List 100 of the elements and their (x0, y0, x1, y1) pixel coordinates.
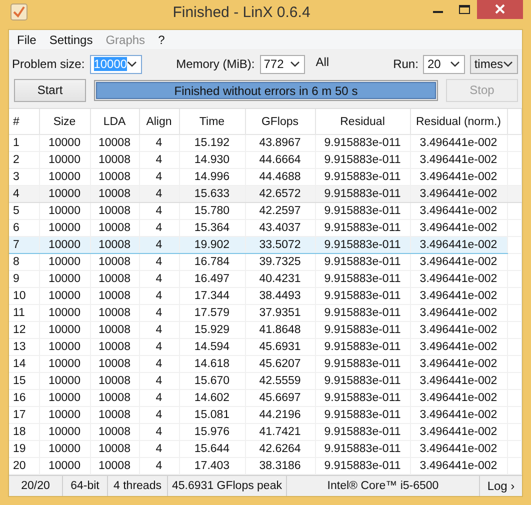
table-cell: 10008 (90, 322, 139, 338)
table-row[interactable]: 7 10000 10008 4 19.902 33.5072 9.915883e-011 3.496441e-002 (9, 236, 522, 254)
table-row[interactable]: 13 10000 10008 4 14.594 45.6931 9.915883e-011 3.496441e-002 (9, 338, 522, 356)
table-row[interactable]: 8 10000 10008 4 16.784 39.7325 9.915883e-011 3.496441e-002 (9, 254, 522, 270)
table-cell: 3.496441e-002 (410, 322, 507, 338)
status-text: 4 threads (108, 476, 168, 496)
table-cell: 10008 (90, 406, 139, 424)
maximize-icon (458, 4, 470, 14)
table-cell: 9.915883e-011 (315, 254, 410, 270)
log-button[interactable]: Log › (480, 476, 522, 496)
table-cell: 9.915883e-011 (315, 372, 410, 390)
table-cell: 15.644 (179, 440, 245, 458)
dropdown[interactable]: 20 (423, 54, 466, 74)
table-row[interactable]: 14 10000 10008 4 14.618 45.6207 9.915883e-011 3.496441e-002 (9, 356, 522, 372)
table-cell: 4 (139, 440, 179, 458)
table-cell: 41.7421 (245, 424, 315, 440)
table-row[interactable]: 16 10000 10008 4 14.602 45.6697 9.915883e-011 3.496441e-002 (9, 390, 522, 406)
table-cell: 19.902 (179, 236, 245, 254)
table-cell: 9.915883e-011 (315, 288, 410, 304)
table-cell: 10000 (39, 288, 90, 304)
table-cell: 3.496441e-002 (410, 406, 507, 424)
table-row[interactable]: 4 10000 10008 4 15.633 42.6572 9.915883e-011 3.496441e-002 (9, 186, 522, 202)
table-row[interactable]: 12 10000 10008 4 15.929 41.8648 9.915883e-011 3.496441e-002 (9, 322, 522, 338)
table-cell: 16 (9, 390, 39, 406)
table-cell: 3.496441e-002 (410, 134, 507, 152)
column-header[interactable]: Align (139, 109, 179, 134)
table-cell: 42.6264 (245, 440, 315, 458)
table-row[interactable]: 5 10000 10008 4 15.780 42.2597 9.915883e-011 3.496441e-002 (9, 202, 522, 220)
window-title: Finished - LinX 0.6.4 (172, 4, 312, 21)
table-cell: 13 (9, 338, 39, 356)
table-cell: 10000 (39, 440, 90, 458)
menu-item[interactable]: Settings (46, 32, 99, 46)
close-icon (495, 4, 505, 14)
menu-item[interactable]: File (14, 32, 42, 46)
column-header[interactable]: Size (39, 109, 90, 134)
table-row[interactable]: 9 10000 10008 4 16.497 40.4231 9.915883e-011 3.496441e-002 (9, 270, 522, 288)
table-cell: 10000 (39, 134, 90, 152)
table-cell: 9.915883e-011 (315, 406, 410, 424)
table-cell: 9.915883e-011 (315, 356, 410, 372)
table-cell: 17.579 (179, 304, 245, 322)
column-header[interactable]: Time (179, 109, 245, 134)
table-cell: 16.497 (179, 270, 245, 288)
table-row[interactable]: 15 10000 10008 4 15.670 42.5559 9.915883e-011 3.496441e-002 (9, 372, 522, 390)
start-button[interactable]: Start (14, 78, 86, 102)
table-cell: 10008 (90, 372, 139, 390)
table-cell: 14.594 (179, 338, 245, 356)
table-cell: 9.915883e-011 (315, 322, 410, 338)
chevron-icon (127, 61, 138, 67)
chevron-icon (450, 61, 460, 67)
table-cell: 4 (139, 304, 179, 322)
table-cell: 15.081 (179, 406, 245, 424)
dropdown[interactable]: times (470, 54, 518, 74)
column-header[interactable]: # (9, 109, 39, 134)
table-row[interactable]: 2 10000 10008 4 14.930 44.6664 9.915883e-011 3.496441e-002 (9, 152, 522, 168)
table-cell: 9.915883e-011 (315, 134, 410, 152)
close-button[interactable] (477, 0, 523, 19)
chevron-icon (290, 61, 300, 67)
status-text: 45.6931 GFlops peak (168, 476, 287, 496)
table-cell: 10000 (39, 254, 90, 270)
table-cell: 10008 (90, 424, 139, 440)
column-header[interactable]: GFlops (245, 109, 315, 134)
table-cell: 19 (9, 440, 39, 458)
status-text: 64-bit (63, 476, 108, 496)
column-header[interactable]: Residual (norm.) (410, 109, 507, 134)
table-row[interactable]: 11 10000 10008 4 17.579 37.9351 9.915883e-011 3.496441e-002 (9, 304, 522, 322)
table-cell: 9.915883e-011 (315, 202, 410, 220)
table-row[interactable]: 1 10000 10008 4 15.192 43.8967 9.915883e-011 3.496441e-002 (9, 134, 522, 152)
table-cell: 10008 (90, 338, 139, 356)
table-row[interactable]: 19 10000 10008 4 15.644 42.6264 9.915883e-011 3.496441e-002 (9, 440, 522, 458)
table-cell: 3.496441e-002 (410, 270, 507, 288)
table-row[interactable]: 17 10000 10008 4 15.081 44.2196 9.915883e-011 3.496441e-002 (9, 406, 522, 424)
table-cell: 4 (9, 186, 39, 202)
status-text: 20/20 (9, 476, 63, 496)
table-cell: 4 (139, 338, 179, 356)
table-cell: 42.2597 (245, 202, 315, 220)
dropdown[interactable]: 772 (260, 54, 305, 74)
table-row[interactable]: 18 10000 10008 4 15.976 41.7421 9.915883e-011 3.496441e-002 (9, 424, 522, 440)
table-cell: 10008 (90, 304, 139, 322)
table-cell: 10000 (39, 152, 90, 168)
table-cell: 10008 (90, 254, 139, 270)
table-cell: 10008 (90, 152, 139, 168)
table-cell: 3.496441e-002 (410, 424, 507, 440)
column-header[interactable]: Residual (315, 109, 410, 134)
table-cell: 10008 (90, 186, 139, 202)
all-label: All (316, 55, 330, 69)
table-cell: 4 (139, 390, 179, 406)
menu-item[interactable]: ? (155, 32, 171, 46)
table-cell: 45.6931 (245, 338, 315, 356)
field-label: Memory (MiB): (176, 57, 255, 71)
table-row[interactable]: 10 10000 10008 4 17.344 38.4493 9.915883e-011 3.496441e-002 (9, 288, 522, 304)
table-cell: 4 (139, 372, 179, 390)
table-cell: 14.930 (179, 152, 245, 168)
table-cell: 10000 (39, 270, 90, 288)
table-cell: 1 (9, 134, 39, 152)
table-cell: 10000 (39, 390, 90, 406)
table-cell: 14 (9, 356, 39, 372)
table-cell: 9.915883e-011 (315, 270, 410, 288)
table-cell: 15.670 (179, 372, 245, 390)
table-cell: 45.6207 (245, 356, 315, 372)
column-header[interactable]: LDA (90, 109, 139, 134)
